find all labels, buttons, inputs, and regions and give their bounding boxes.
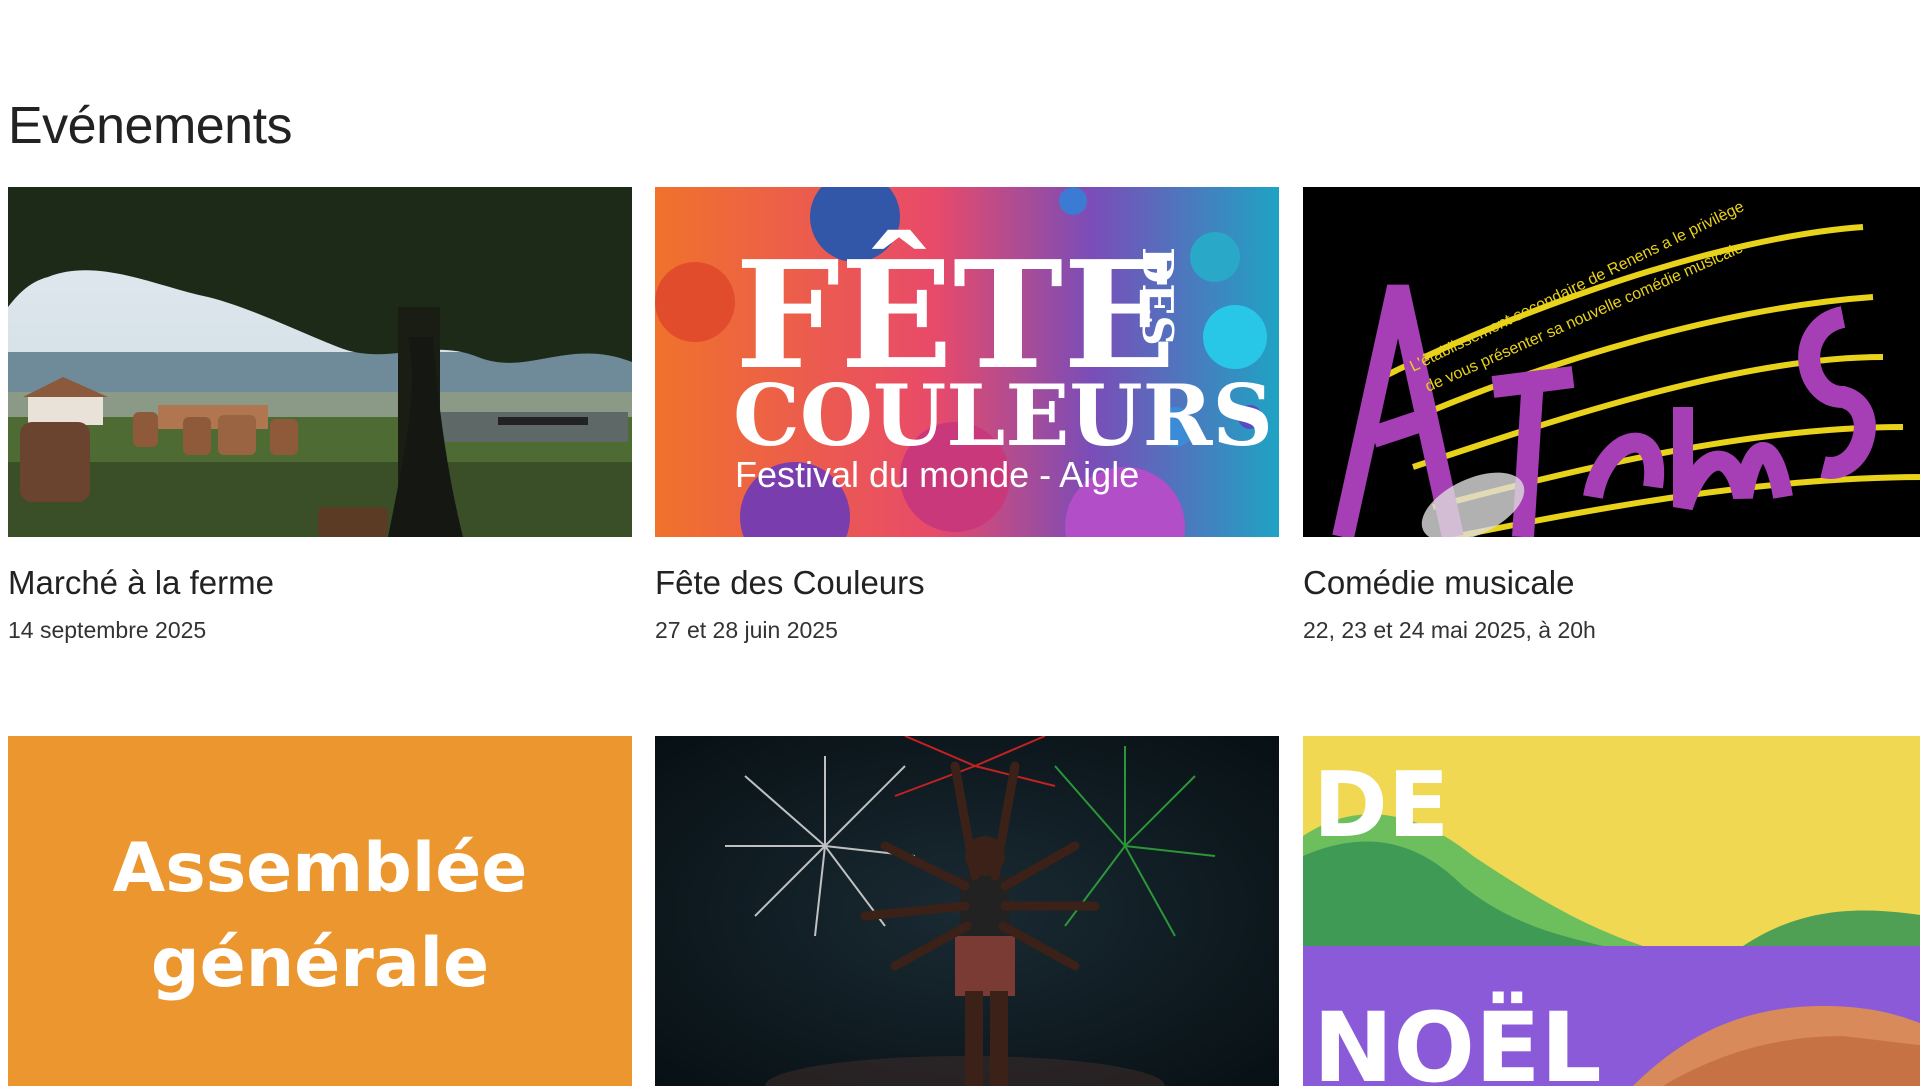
- comedie-musicale-poster: L'établissement secondaire de Renens a l…: [1303, 187, 1920, 537]
- event-image-dance[interactable]: [655, 736, 1279, 1086]
- event-date: 22, 23 et 24 mai 2025, à 20h: [1303, 616, 1596, 643]
- fete-des-couleurs-poster: FÊTE DES COULEURS Festival du monde - Ai…: [655, 187, 1279, 537]
- event-image-comedie-musicale[interactable]: L'établissement secondaire de Renens a l…: [1303, 187, 1920, 537]
- event-title[interactable]: Fête des Couleurs: [655, 563, 1279, 603]
- event-card-marche[interactable]: Marché à la ferme 14 septembre 2025: [8, 187, 632, 644]
- section-title: Evénements: [8, 97, 293, 155]
- event-card-fete-des-couleurs[interactable]: FÊTE DES COULEURS Festival du monde - Ai…: [655, 187, 1279, 644]
- fete-headline-des: DES: [1133, 247, 1182, 346]
- event-date: 27 et 28 juin 2025: [655, 616, 838, 643]
- fete-headline-line2: COULEURS: [733, 366, 1273, 465]
- event-title[interactable]: Comédie musicale: [1303, 563, 1920, 603]
- event-card-assemblee-generale[interactable]: Assemblée générale: [8, 736, 632, 1086]
- noel-poster: DE NOËL: [1303, 736, 1920, 1086]
- assemblee-generale-poster: Assemblée générale: [8, 736, 632, 1086]
- assemblee-line1: Assemblée: [113, 829, 528, 908]
- event-title[interactable]: Marché à la ferme: [8, 563, 632, 603]
- assemblee-line2: générale: [151, 924, 489, 1003]
- farm-landscape-image: [8, 187, 632, 537]
- event-card-noel[interactable]: DE NOËL: [1303, 736, 1920, 1086]
- event-image-marche[interactable]: [8, 187, 632, 537]
- event-image-assemblee-generale[interactable]: Assemblée générale: [8, 736, 632, 1086]
- dance-fireworks-image: [655, 736, 1279, 1086]
- event-image-fete-des-couleurs[interactable]: FÊTE DES COULEURS Festival du monde - Ai…: [655, 187, 1279, 537]
- event-card-dance[interactable]: [655, 736, 1279, 1086]
- noel-line2: NOËL: [1313, 991, 1602, 1086]
- event-image-noel[interactable]: DE NOËL: [1303, 736, 1920, 1086]
- fete-tagline: Festival du monde - Aigle: [735, 454, 1139, 495]
- noel-line1: DE: [1313, 753, 1449, 858]
- event-card-comedie-musicale[interactable]: L'établissement secondaire de Renens a l…: [1303, 187, 1920, 644]
- event-date: 14 septembre 2025: [8, 616, 207, 643]
